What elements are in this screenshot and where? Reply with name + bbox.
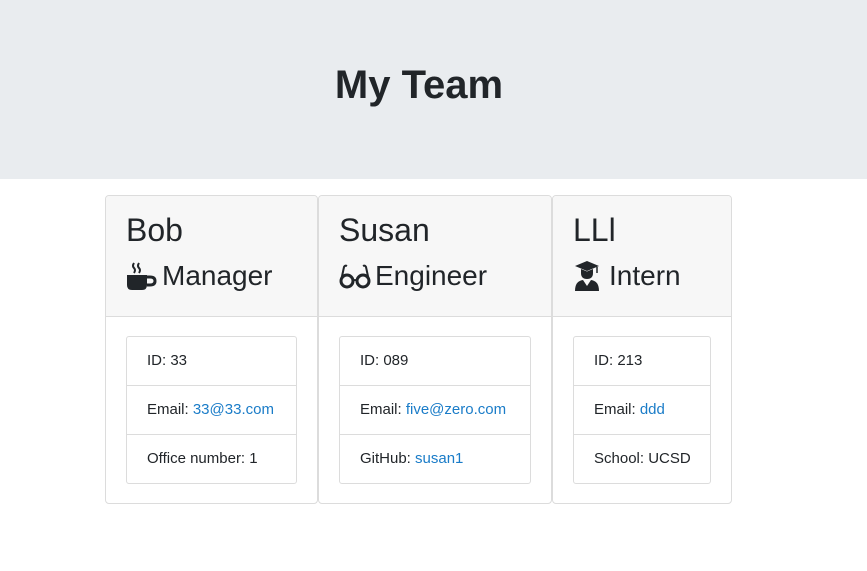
member-card-engineer: Susan Engineer ID: 089 Email: five@zero.… — [318, 195, 552, 504]
role-label: Manager — [162, 260, 273, 291]
email-label: Email: — [147, 401, 193, 418]
github: GitHub: susan1 — [340, 435, 530, 483]
email-link[interactable]: 33@33.com — [193, 401, 274, 418]
member-role: Intern — [573, 260, 681, 292]
graduate-icon — [573, 261, 605, 291]
github-link[interactable]: susan1 — [415, 450, 463, 467]
role-label: Engineer — [375, 260, 488, 291]
member-name: LLl — [573, 212, 616, 248]
member-id: ID: 089 — [340, 337, 530, 386]
card-header: Bob Manager — [106, 196, 317, 317]
github-label: GitHub: — [360, 450, 416, 467]
member-name: Susan — [339, 212, 430, 248]
email-label: Email: — [360, 401, 406, 418]
office-number: Office number: 1 — [147, 450, 258, 467]
email-link[interactable]: ddd — [640, 401, 665, 418]
page-title: My Team — [334, 63, 504, 107]
member-email: Email: ddd — [574, 386, 710, 435]
glasses-icon — [339, 261, 371, 291]
member-name: Bob — [126, 212, 183, 248]
member-role: Engineer — [339, 260, 487, 292]
card-header: LLl Intern — [553, 196, 731, 317]
team-header-banner: My Team — [0, 0, 867, 179]
email-link[interactable]: five@zero.com — [406, 401, 506, 418]
card-header: Susan Engineer — [319, 196, 551, 317]
school: School: UCSD — [594, 450, 691, 467]
info-list: ID: 089 Email: five@zero.com GitHub: sus… — [339, 336, 531, 484]
member-card-manager: Bob Manager ID: 33 Email: 33@33.com Offi… — [105, 195, 318, 504]
info-list: ID: 33 Email: 33@33.com Office number: 1 — [126, 336, 297, 484]
member-email: Email: five@zero.com — [340, 386, 530, 435]
role-label: Intern — [609, 260, 681, 291]
member-card-intern: LLl Intern ID: 213 Email: ddd School: UC… — [552, 195, 732, 504]
member-id: ID: 33 — [127, 337, 296, 386]
member-role: Manager — [126, 260, 273, 292]
member-email: Email: 33@33.com — [127, 386, 296, 435]
info-list: ID: 213 Email: ddd School: UCSD — [573, 336, 711, 484]
member-id: ID: 213 — [574, 337, 710, 386]
email-label: Email: — [594, 401, 640, 418]
coffee-mug-icon — [126, 261, 158, 291]
